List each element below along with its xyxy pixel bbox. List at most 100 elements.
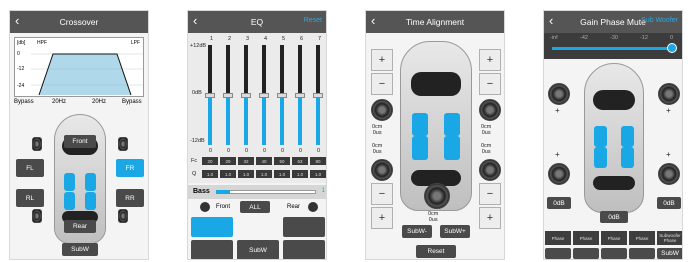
subw-minus-button[interactable]: SubW- [402,225,432,238]
fc-field[interactable]: 50 [274,157,290,165]
fc-field[interactable]: 20 [202,157,218,165]
fl-speaker-button[interactable]: FL [16,159,44,177]
rl-minus-button[interactable]: − [371,183,393,205]
phase-button[interactable]: Phase [629,231,655,245]
fl-speaker-icon [548,83,570,105]
q-field[interactable]: 1.0 [220,170,236,178]
fc-field[interactable]: 40 [256,157,272,165]
band-2-knob[interactable] [223,93,233,98]
subw-button[interactable]: SubW [657,248,682,259]
scale-tick: -12 [640,35,648,41]
band-4-knob[interactable] [259,93,269,98]
band-number: 1 [210,36,214,42]
fl-plus-button[interactable]: + [371,49,393,71]
speaker-select-fr[interactable] [283,217,325,237]
band-5-knob[interactable] [277,93,287,98]
band-number: 6 [300,36,304,42]
back-icon[interactable]: ‹ [549,14,553,28]
page-title: Gain Phase Mute [580,17,646,27]
fr-minus-button[interactable]: − [479,73,501,95]
q-field[interactable]: 1.0 [238,170,254,178]
speaker-toggle[interactable] [573,248,599,259]
fr-plus[interactable]: + [666,107,671,115]
rr-speaker-button[interactable]: RR [116,189,144,207]
band-4-fill [262,95,266,145]
back-icon[interactable]: ‹ [371,14,375,28]
scale-mid: 0dB [192,90,202,96]
speaker-toggle[interactable] [545,248,571,259]
rr-minus-button[interactable]: − [479,183,501,205]
eq-screen: ‹ EQ Reset +12dB 0dB -12dB 1 2 3 4 5 6 7 [187,10,327,260]
speaker-toggle[interactable] [629,248,655,259]
hpf-bypass-label: Bypass [14,99,34,105]
rl-plus[interactable]: + [555,151,560,159]
speaker-select-rr[interactable] [283,240,325,259]
band-6-knob[interactable] [295,93,305,98]
page-title: Crossover [59,17,99,27]
fc-field[interactable]: 32 [238,157,254,165]
scale-tick: -inf [550,35,558,41]
speaker-select-rl[interactable] [191,240,233,259]
subw-button[interactable]: SubW [237,240,279,259]
band-2-fill [226,95,230,145]
speaker-select-fl[interactable] [191,217,233,237]
fl-speaker-icon [371,99,393,121]
scale-tick: 0 [670,35,674,41]
fc-field[interactable]: 29 [220,157,236,165]
fr-plus-button[interactable]: + [479,49,501,71]
band-1-knob[interactable] [205,93,215,98]
gain-phase-mute-screen: ‹ Gain Phase Mute Sub Woofer -inf -42 -3… [543,10,683,260]
reset-link[interactable]: Reset [304,17,322,24]
subw-speaker-button[interactable]: SubW [62,243,98,256]
fl-plus[interactable]: + [555,107,560,115]
rl-speaker-icon [548,163,570,185]
band-gain: 0 [227,148,231,154]
rear-toggle[interactable] [308,202,318,212]
back-icon[interactable]: ‹ [193,14,197,28]
time-alignment-screen: ‹ Time Alignment + − 0cm 0us − + 0cm 0us… [365,10,505,260]
band-gain: 0 [209,148,213,154]
q-field[interactable]: 1.0 [274,170,290,178]
eq-panel: +12dB 0dB -12dB 1 2 3 4 5 6 7 0 0 0 0 0 … [188,33,326,183]
sub-gain[interactable]: 0dB [600,211,628,223]
q-field[interactable]: 1.0 [256,170,272,178]
band-3-knob[interactable] [241,93,251,98]
bass-slider[interactable] [216,190,316,194]
speaker-toggle[interactable] [601,248,627,259]
subwoofer-phase-button[interactable]: Subwoofer Phase [657,231,682,245]
master-gain-knob[interactable] [667,43,677,53]
master-gain-slider[interactable] [552,47,672,50]
fc-field[interactable]: 63 [292,157,308,165]
back-icon[interactable]: ‹ [15,14,19,28]
rear-speaker-button[interactable]: Rear [64,220,96,233]
subw-plus-button[interactable]: SubW+ [440,225,470,238]
q-field[interactable]: 1.0 [202,170,218,178]
rr-gain[interactable]: 0dB [657,197,681,209]
fc-field[interactable]: 80 [310,157,326,165]
subwoofer-link[interactable]: Sub Woofer [641,17,678,24]
rr-plus-button[interactable]: + [479,207,501,229]
fr-speaker-button[interactable]: FR [116,159,144,177]
rl-plus-button[interactable]: + [371,207,393,229]
reset-button[interactable]: Reset [416,245,456,258]
band-number: 2 [228,36,232,42]
phase-button[interactable]: Phase [545,231,571,245]
q-field[interactable]: 1.0 [292,170,308,178]
band-gain: 0 [317,148,321,154]
phase-button[interactable]: Phase [601,231,627,245]
band-gain: 0 [245,148,249,154]
band-3-fill [244,95,248,145]
front-speaker-button[interactable]: Front [64,135,96,148]
scale-tick: -30 [610,35,618,41]
fl-minus-button[interactable]: − [371,73,393,95]
all-button[interactable]: ALL [240,201,270,213]
rl-speaker-button[interactable]: RL [16,189,44,207]
crossover-curve [31,53,143,96]
front-toggle[interactable] [200,202,210,212]
phase-button[interactable]: Phase [573,231,599,245]
band-7-knob[interactable] [313,93,323,98]
fl-gain[interactable]: 0dB [547,197,571,209]
q-field[interactable]: 1.0 [310,170,326,178]
band-number: 4 [264,36,268,42]
rr-plus[interactable]: + [666,151,671,159]
